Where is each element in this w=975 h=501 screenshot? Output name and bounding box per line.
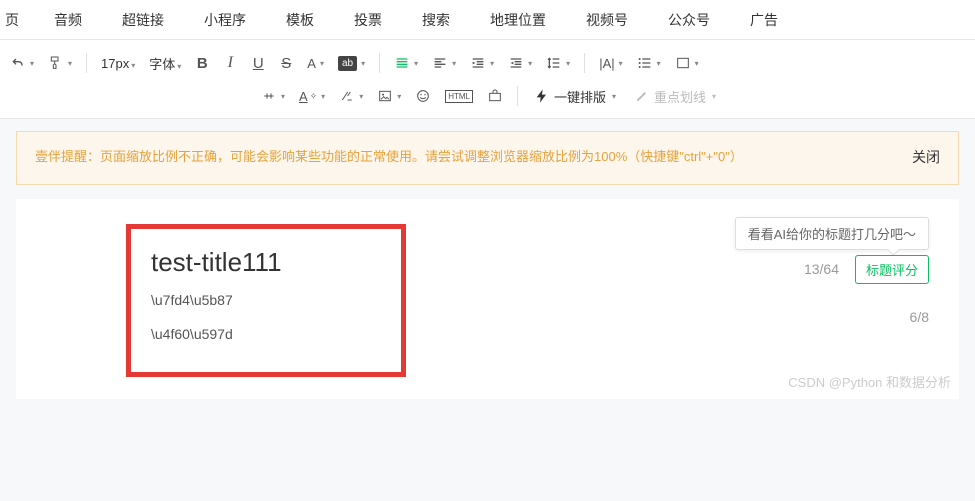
keyline-button[interactable]: 重点划线▾ bbox=[626, 87, 724, 106]
oneclick-layout-button[interactable]: 一键排版▾ bbox=[526, 87, 624, 106]
tab-miniprogram[interactable]: 小程序 bbox=[184, 0, 266, 40]
underline-button[interactable]: U bbox=[245, 51, 271, 76]
article-content-line[interactable]: \u4f60\u597d bbox=[151, 326, 381, 342]
tab-official[interactable]: 公众号 bbox=[648, 0, 730, 40]
tab-vote[interactable]: 投票 bbox=[334, 0, 402, 40]
bold-button[interactable]: B bbox=[189, 51, 215, 76]
indent-button[interactable]: ▾ bbox=[464, 51, 500, 75]
html-button[interactable]: HTML bbox=[439, 86, 479, 107]
tab-search[interactable]: 搜索 bbox=[402, 0, 470, 40]
divider-button[interactable]: ▾ bbox=[255, 84, 291, 108]
author-counter: 6/8 bbox=[910, 309, 929, 325]
list-button[interactable]: ▾ bbox=[631, 51, 667, 75]
tab-hyperlink[interactable]: 超链接 bbox=[102, 0, 184, 40]
letter-spacing-button[interactable]: |A|▾ bbox=[593, 52, 628, 75]
editor-area[interactable]: 看看AI给你的标题打几分吧～ 13/64 标题评分 6/8 test-title… bbox=[16, 199, 959, 399]
undo-button[interactable]: ▾ bbox=[4, 51, 40, 75]
tab-ad[interactable]: 广告 bbox=[730, 0, 798, 40]
image-button[interactable]: ▾ bbox=[371, 84, 407, 108]
highlight-box: test-title111 \u7fd4\u5b87 \u4f60\u597d bbox=[126, 224, 406, 377]
tab-video[interactable]: 视频号 bbox=[566, 0, 648, 40]
clear-format-button[interactable]: ▾ bbox=[333, 84, 369, 108]
font-size-select[interactable]: 17px▾ bbox=[95, 56, 141, 71]
title-score-button[interactable]: 标题评分 bbox=[855, 255, 929, 284]
warning-alert: 壹伴提醒：页面缩放比例不正确，可能会影响某些功能的正常使用。请尝试调整浏览器缩放… bbox=[16, 131, 959, 185]
tab-template[interactable]: 模板 bbox=[266, 0, 334, 40]
top-tabs: 页 音频 超链接 小程序 模板 投票 搜索 地理位置 视频号 公众号 广告 bbox=[0, 0, 975, 40]
watermark: CSDN @Python 和数据分析 bbox=[788, 372, 951, 391]
align-justify-button[interactable]: ▾ bbox=[388, 51, 424, 75]
strikethrough-button[interactable]: S bbox=[273, 51, 299, 76]
alert-text: 壹伴提醒：页面缩放比例不正确，可能会影响某些功能的正常使用。请尝试调整浏览器缩放… bbox=[35, 146, 743, 168]
outdent-button[interactable]: ▾ bbox=[502, 51, 538, 75]
line-height-button[interactable]: ▾ bbox=[540, 51, 576, 75]
italic-button[interactable]: I bbox=[217, 50, 243, 76]
format-brush-button[interactable]: ▾ bbox=[42, 51, 78, 75]
article-author[interactable]: \u7fd4\u5b87 bbox=[151, 292, 381, 308]
ai-tooltip: 看看AI给你的标题打几分吧～ bbox=[735, 217, 929, 250]
highlight-button[interactable]: ab▾ bbox=[332, 52, 371, 75]
font-family-select[interactable]: 字体▾ bbox=[143, 54, 187, 73]
toolbox-button[interactable] bbox=[481, 84, 509, 108]
title-counter: 13/64 bbox=[804, 261, 839, 277]
alert-close-button[interactable]: 关闭 bbox=[912, 146, 940, 170]
tab-location[interactable]: 地理位置 bbox=[470, 0, 566, 40]
tab-audio[interactable]: 音频 bbox=[34, 0, 102, 40]
article-title[interactable]: test-title111 bbox=[151, 247, 381, 278]
emoji-button[interactable] bbox=[409, 84, 437, 108]
text-color-button[interactable]: A▾ bbox=[301, 52, 330, 75]
align-left-button[interactable]: ▾ bbox=[426, 51, 462, 75]
bg-color-button[interactable]: A✧▾ bbox=[293, 85, 331, 108]
tab-page[interactable]: 页 bbox=[0, 0, 34, 40]
more-format-button[interactable]: ▾ bbox=[669, 51, 705, 75]
toolbar: ▾ ▾ 17px▾ 字体▾ B I U S A▾ ab▾ ▾ ▾ ▾ ▾ ▾ |… bbox=[0, 40, 975, 119]
